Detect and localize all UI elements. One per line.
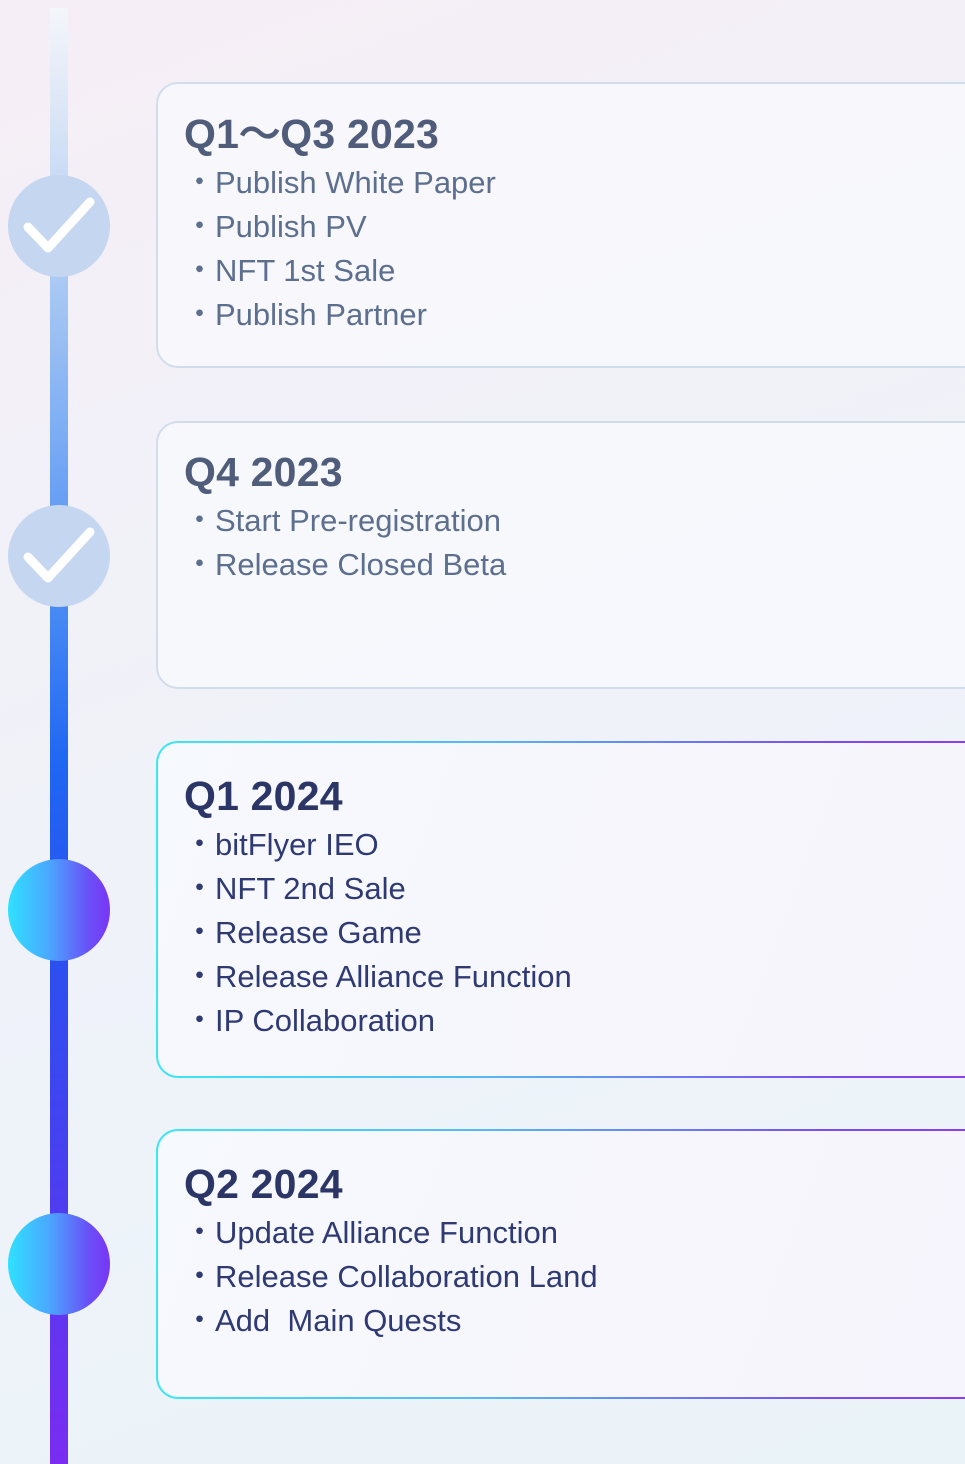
- milestone-item: IP Collaboration: [184, 999, 965, 1043]
- phase-title: Q1 2024: [184, 773, 343, 819]
- milestone-list: bitFlyer IEO NFT 2nd Sale Release Game R…: [184, 823, 965, 1043]
- milestone-item: NFT 2nd Sale: [184, 867, 965, 911]
- milestone-item: Update Alliance Function: [184, 1211, 965, 1255]
- milestone-item: Release Closed Beta: [184, 543, 965, 587]
- timeline-node-q2-2024: [8, 1213, 110, 1315]
- milestone-item: bitFlyer IEO: [184, 823, 965, 867]
- roadmap-card-q1-2024: Q1 2024 bitFlyer IEO NFT 2nd Sale Releas…: [156, 741, 965, 1078]
- roadmap-card-q2-2024: Q2 2024 Update Alliance Function Release…: [156, 1129, 965, 1399]
- milestone-item: Add Main Quests: [184, 1299, 965, 1343]
- milestone-item: NFT 1st Sale: [184, 249, 965, 293]
- milestone-item: Publish Partner: [184, 293, 965, 337]
- milestone-item: Release Collaboration Land: [184, 1255, 965, 1299]
- milestone-item: Release Alliance Function: [184, 955, 965, 999]
- milestone-item: Publish White Paper: [184, 161, 965, 205]
- phase-title: Q1～Q3 2023: [184, 111, 439, 157]
- roadmap-card-q4-2023: Q4 2023 Start Pre-registration Release C…: [156, 421, 965, 689]
- milestone-item: Publish PV: [184, 205, 965, 249]
- roadmap-card-q1-q3-2023: Q1～Q3 2023 Publish White Paper Publish P…: [156, 82, 965, 368]
- timeline-node-q1-q3-2023: [8, 175, 110, 277]
- milestone-item: Start Pre-registration: [184, 499, 965, 543]
- checkmark-icon: [23, 527, 95, 583]
- timeline-node-q1-2024: [8, 859, 110, 961]
- milestone-list: Update Alliance Function Release Collabo…: [184, 1211, 965, 1343]
- checkmark-icon: [23, 197, 95, 253]
- phase-title: Q4 2023: [184, 449, 343, 495]
- milestone-list: Start Pre-registration Release Closed Be…: [184, 499, 965, 587]
- milestone-list: Publish White Paper Publish PV NFT 1st S…: [184, 161, 965, 337]
- timeline-node-q4-2023: [8, 505, 110, 607]
- phase-title: Q2 2024: [184, 1161, 343, 1207]
- milestone-item: Release Game: [184, 911, 965, 955]
